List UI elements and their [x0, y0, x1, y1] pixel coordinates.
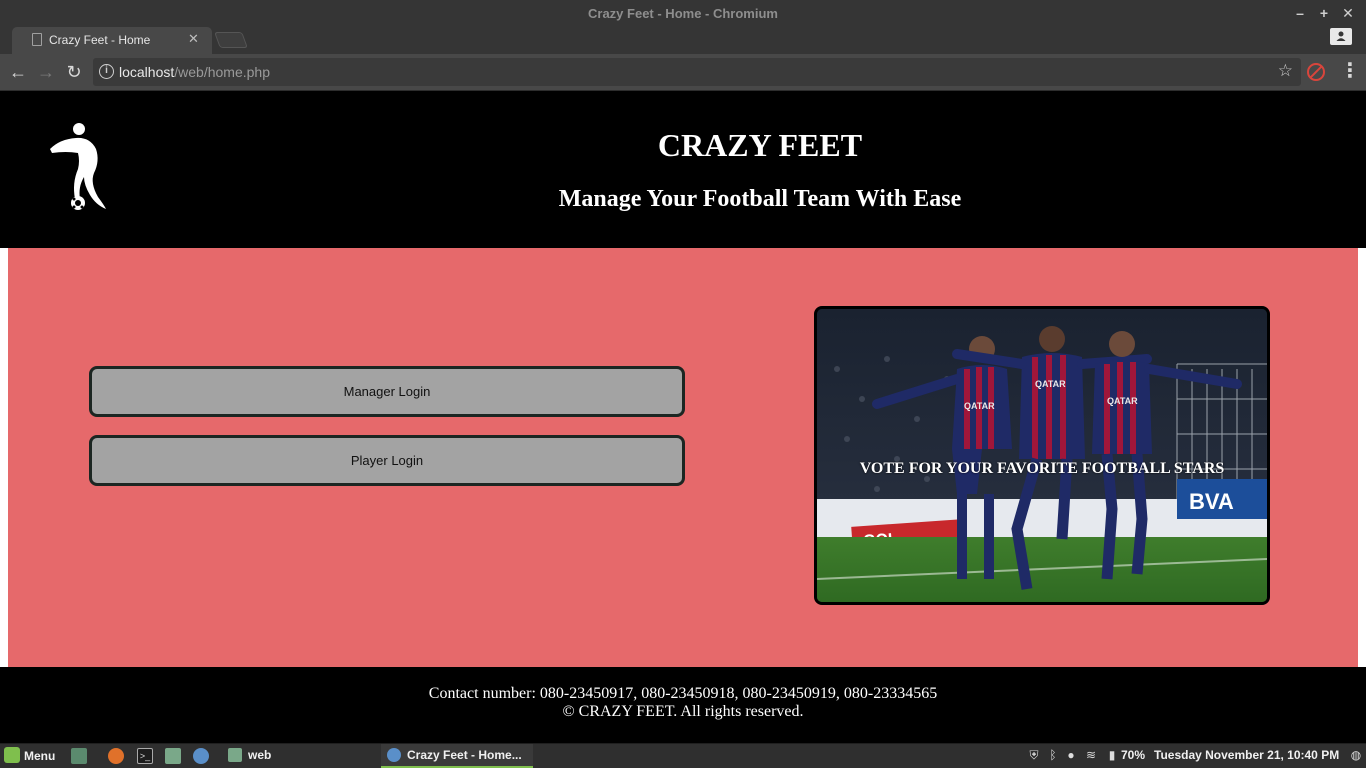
battery-icon[interactable]: ▮ [1106, 749, 1118, 762]
manager-login-button[interactable]: Manager Login [89, 366, 685, 417]
start-menu-button[interactable]: Menu [4, 747, 55, 763]
site-footer: Contact number: 080-23450917, 080-234509… [0, 667, 1366, 743]
page-icon [32, 33, 42, 46]
url-host: localhost [119, 64, 175, 80]
player-login-button[interactable]: Player Login [89, 435, 685, 486]
show-desktop-icon[interactable] [71, 748, 87, 764]
minimize-button[interactable]: – [1292, 4, 1308, 22]
clock[interactable]: Tuesday November 21, 10:40 PM [1154, 748, 1339, 762]
forward-button[interactable]: → [35, 61, 57, 83]
back-button[interactable]: ← [7, 61, 29, 83]
os-taskbar: Menu >_ web Crazy Feet - Home... ⛨ ᛒ ● ≋… [0, 743, 1366, 768]
svg-text:BVA: BVA [1189, 489, 1234, 514]
taskbar-window-web[interactable]: web [222, 744, 277, 768]
close-tab-icon[interactable]: ✕ [188, 31, 199, 47]
window-title: Crazy Feet - Home - Chromium [588, 6, 778, 21]
chromium-icon [387, 748, 401, 762]
window-titlebar: Crazy Feet - Home - Chromium – + ✕ [0, 0, 1366, 27]
wifi-icon[interactable]: ≋ [1085, 749, 1097, 762]
terminal-icon[interactable]: >_ [137, 748, 153, 764]
tab-strip: Crazy Feet - Home ✕ [0, 27, 1366, 54]
tab-crazy-feet-home[interactable]: Crazy Feet - Home ✕ [12, 27, 212, 54]
firefox-icon[interactable] [108, 748, 124, 764]
svg-text:QATAR: QATAR [964, 401, 995, 411]
close-window-button[interactable]: ✕ [1340, 4, 1356, 22]
tray-extra-icon[interactable]: ◍ [1350, 749, 1362, 762]
url-path: /web/home.php [174, 64, 270, 80]
site-header: CRAZY FEET Manage Your Football Team Wit… [0, 91, 1366, 248]
battery-percentage: 70% [1121, 748, 1146, 762]
start-menu-label: Menu [24, 749, 56, 763]
bookmark-star-icon[interactable]: ☆ [1278, 61, 1293, 81]
browser-menu-icon[interactable]: ⋮ [1340, 61, 1360, 81]
extension-blocked-icon[interactable] [1307, 63, 1325, 81]
contact-numbers: Contact number: 080-23450917, 080-234509… [428, 685, 938, 702]
mint-logo-icon [4, 747, 20, 763]
svg-text:QATAR: QATAR [1107, 396, 1138, 406]
site-info-icon[interactable]: i [99, 64, 114, 79]
tab-title: Crazy Feet - Home [49, 33, 151, 47]
taskbar-window-chromium-label: Crazy Feet - Home... [407, 748, 522, 762]
url-text[interactable]: localhost/web/home.php [119, 64, 270, 80]
site-tagline: Manage Your Football Team With Ease [558, 186, 962, 212]
taskbar-window-web-label: web [248, 748, 272, 762]
maximize-button[interactable]: + [1316, 4, 1332, 22]
taskbar-window-chromium[interactable]: Crazy Feet - Home... [381, 744, 533, 768]
site-title: CRAZY FEET [657, 127, 863, 163]
svg-text:QATAR: QATAR [1035, 379, 1066, 389]
players-celebrating-photo: GOL BVA [817, 309, 1267, 602]
reload-button[interactable]: ↻ [63, 61, 85, 83]
browser-toolbar: ← → ↻ i localhost/web/home.php ☆ ⋮ [0, 54, 1366, 91]
main-content: Manager Login Player Login BVA QATAR QAT… [8, 248, 1358, 667]
chromium-launcher-icon[interactable] [193, 748, 209, 764]
folder-icon [228, 748, 242, 762]
copyright-notice: © CRAZY FEET. All rights reserved. [562, 703, 804, 720]
profile-icon[interactable] [1330, 28, 1352, 45]
bluetooth-icon[interactable]: ᛒ [1047, 749, 1059, 762]
address-bar[interactable]: i localhost/web/home.php ☆ [93, 58, 1301, 86]
files-icon[interactable] [165, 748, 181, 764]
promo-caption: VOTE FOR YOUR FAVORITE FOOTBALL STARS [859, 460, 1225, 477]
page-viewport: CRAZY FEET Manage Your Football Team Wit… [0, 91, 1366, 743]
new-tab-button[interactable] [214, 32, 248, 48]
footballer-logo-icon [50, 123, 106, 210]
vote-promo-banner[interactable]: GOL BVA [814, 306, 1270, 605]
user-icon[interactable]: ● [1065, 749, 1077, 762]
shield-icon[interactable]: ⛨ [1028, 749, 1040, 762]
